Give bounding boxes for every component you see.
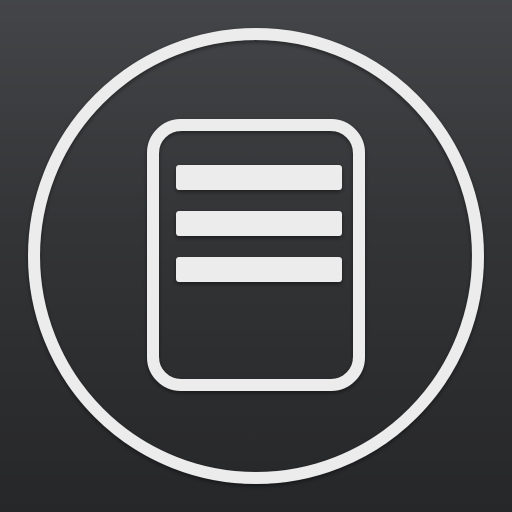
document-list-icon [28,28,484,484]
document-line-3 [176,257,342,282]
document-line-1 [176,165,342,190]
app-icon-tile [0,0,512,512]
outer-ring [28,28,484,484]
document-line-2 [176,211,342,236]
document-outline [147,119,365,391]
